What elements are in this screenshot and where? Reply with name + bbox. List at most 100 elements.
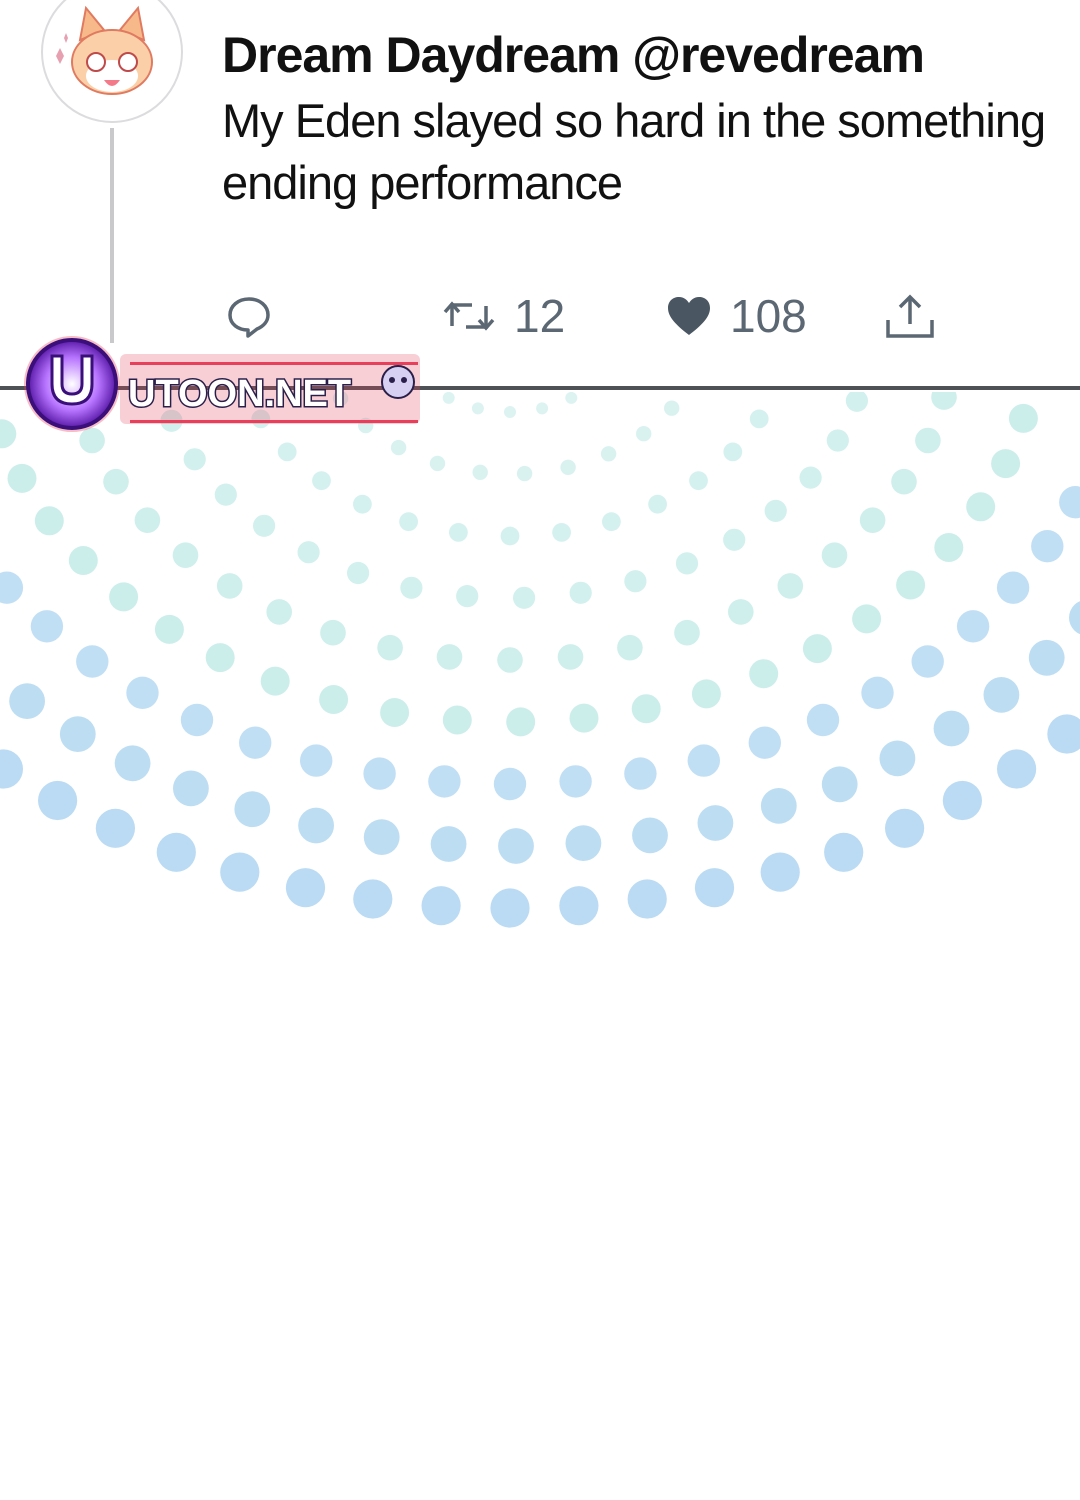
halftone-dot (624, 757, 657, 790)
halftone-dot (648, 494, 667, 514)
halftone-dot (76, 645, 109, 678)
halftone-dot (38, 780, 78, 821)
halftone-dot (59, 716, 96, 752)
halftone-dot (68, 546, 98, 575)
halftone-dot (380, 698, 410, 727)
tweet-text: My Eden slayed so hard in the something … (222, 94, 1046, 209)
halftone-dot (569, 581, 592, 604)
retweet-icon (442, 296, 496, 336)
halftone-dot (885, 808, 925, 848)
halftone-dot (504, 406, 516, 418)
halftone-dot (172, 542, 199, 568)
share-upload-icon (884, 292, 936, 340)
halftone-dot (764, 499, 787, 522)
halftone-dot (760, 788, 797, 824)
halftone-dot (0, 419, 17, 449)
author-name-handle[interactable]: Dream Daydream @revedream (222, 26, 925, 84)
halftone-dot (506, 707, 536, 737)
halftone-dot (911, 645, 944, 678)
halftone-dot (347, 561, 370, 585)
like-button[interactable]: 108 (666, 284, 807, 348)
halftone-dot (697, 805, 734, 841)
halftone-dot (436, 644, 463, 670)
halftone-dot (472, 464, 488, 480)
halftone-dot (9, 683, 45, 719)
halftone-dot (915, 427, 941, 454)
halftone-dot (760, 852, 800, 892)
halftone-dot (675, 552, 699, 575)
halftone-dot (0, 571, 24, 604)
halftone-dot (1059, 486, 1080, 519)
halftone-dot (569, 703, 599, 733)
halftone-dot (991, 449, 1021, 479)
halftone-dot (983, 677, 1020, 713)
halftone-dot (253, 514, 276, 537)
halftone-dot (631, 694, 661, 724)
halftone-dot (565, 392, 578, 404)
halftone-dot (30, 610, 64, 643)
halftone-dot (723, 442, 743, 462)
halftone-dot (297, 541, 320, 564)
halftone-dot (557, 644, 584, 670)
halftone-dot (498, 828, 534, 864)
halftone-dot (285, 868, 326, 908)
halftone-dot (806, 703, 840, 737)
halftone-dot (266, 599, 293, 625)
halftone-dot (1008, 403, 1038, 433)
halftone-dot (1028, 639, 1065, 676)
halftone-dot (931, 392, 957, 410)
halftone-dot (353, 494, 372, 514)
halftone-dot (687, 744, 720, 777)
halftone-dot (298, 807, 334, 844)
halftone-dot (363, 757, 396, 790)
halftone-dot (565, 825, 602, 861)
halftone-dot (536, 402, 549, 415)
halftone-dot (956, 610, 990, 643)
halftone-dot (600, 446, 617, 462)
halftone-dot (845, 392, 868, 412)
halftone-dot (694, 868, 735, 908)
halftone-dot (109, 582, 139, 612)
halftone-dot (942, 780, 983, 821)
halftone-dot (997, 749, 1037, 789)
watermark-text: UTOON.NET (128, 373, 351, 415)
halftone-dot (824, 832, 864, 872)
halftone-dot (220, 852, 260, 892)
halftone-dot (0, 749, 23, 789)
halftone-dot (277, 442, 297, 462)
halftone-dot (320, 619, 346, 646)
halftone-dot (319, 685, 349, 714)
cat-avatar-icon[interactable] (40, 0, 184, 124)
halftone-dot (1047, 714, 1080, 754)
halftone-dot (859, 507, 886, 533)
share-button[interactable] (884, 284, 936, 348)
halftone-dot (497, 647, 523, 673)
halftone-dot (493, 767, 527, 801)
halftone-dot (390, 439, 407, 456)
halftone-dot (353, 879, 393, 919)
halftone-dot (421, 886, 461, 926)
halftone-dot (560, 459, 576, 475)
halftone-dot (399, 512, 418, 532)
halftone-dot (363, 819, 400, 855)
halftone-dot (430, 826, 467, 862)
halftone-dot (617, 634, 643, 661)
halftone-dot (996, 571, 1030, 604)
halftone-dot (777, 573, 804, 599)
halftone-dot (802, 634, 832, 664)
halftone-dot (377, 634, 403, 661)
halftone-dot (7, 463, 37, 493)
halftone-dot (861, 676, 894, 709)
halftone-dots-background (0, 392, 1080, 928)
like-count: 108 (730, 290, 807, 342)
halftone-dot (490, 888, 530, 928)
retweet-button[interactable]: 12 (442, 284, 565, 348)
halftone-dot (602, 512, 621, 532)
halftone-dot (400, 576, 423, 599)
halftone-dot (723, 528, 746, 551)
halftone-dot (173, 770, 209, 807)
halftone-dot (632, 817, 668, 854)
halftone-dot (103, 468, 129, 495)
halftone-dot (826, 429, 849, 452)
halftone-dot (449, 523, 468, 542)
